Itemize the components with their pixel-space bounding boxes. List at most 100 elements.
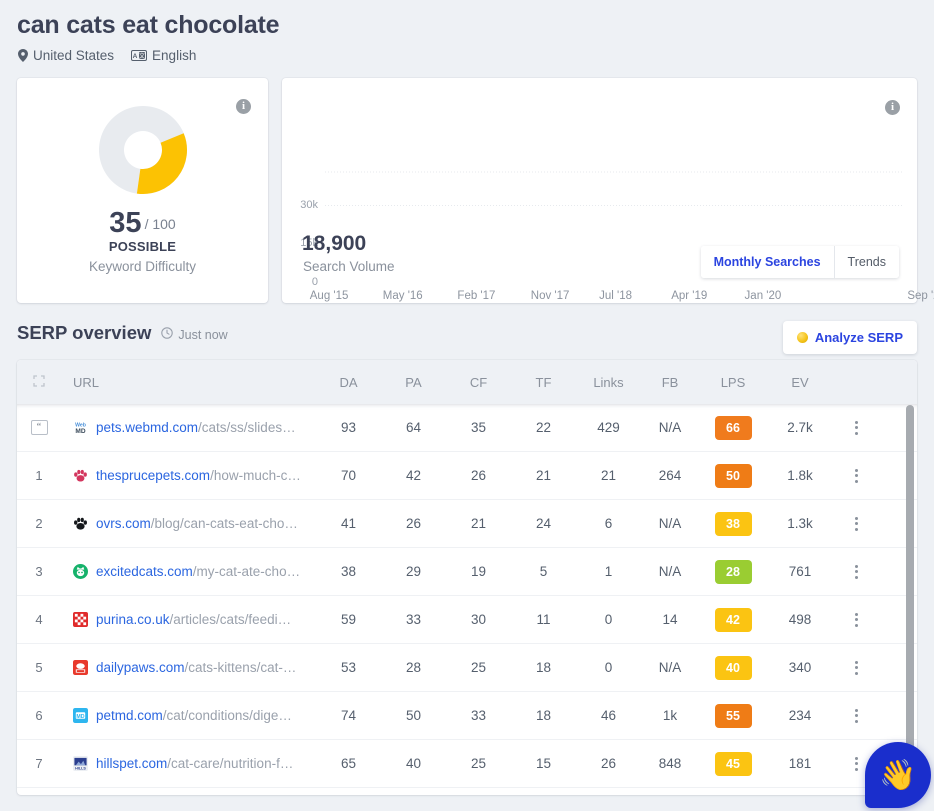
- row-rank-cell: 3: [17, 564, 61, 579]
- column-header-cf[interactable]: CF: [446, 375, 511, 390]
- row-url-cell[interactable]: HILLS hillspet.com/cat-care/nutrition-f…: [61, 756, 316, 771]
- table-row[interactable]: “ Web MD pets.webmd.com/cats/ss/slides… 9…: [17, 404, 917, 452]
- column-header-pa[interactable]: PA: [381, 375, 446, 390]
- row-url-cell[interactable]: ovrs.com/blog/can-cats-eat-cho…: [61, 516, 316, 531]
- row-pa: 64: [405, 420, 422, 435]
- row-url-path: /how-much-c…: [210, 468, 301, 483]
- row-url-path: /blog/can-cats-eat-cho…: [150, 516, 298, 531]
- table-row[interactable]: 4 purina.co.uk/articles/cats/feedi… 59 3…: [17, 596, 917, 644]
- row-url-path: /cat-care/nutrition-f…: [167, 756, 294, 771]
- row-tf: 24: [535, 516, 552, 531]
- row-actions[interactable]: [833, 417, 879, 439]
- row-tf: 21: [535, 468, 552, 483]
- page-title: can cats eat chocolate: [17, 11, 280, 39]
- row-url-link[interactable]: petmd.com/cat/conditions/dige…: [96, 708, 292, 723]
- row-fb: 1k: [662, 708, 678, 723]
- column-header-fb[interactable]: FB: [641, 375, 699, 390]
- expand-all-button[interactable]: [17, 374, 61, 390]
- row-actions[interactable]: [833, 657, 879, 679]
- kebab-menu-icon[interactable]: [851, 753, 862, 775]
- row-url-link[interactable]: ovrs.com/blog/can-cats-eat-cho…: [96, 516, 298, 531]
- row-actions[interactable]: [833, 513, 879, 535]
- row-rank-cell: 6: [17, 708, 61, 723]
- x-axis-tick-label: Nov '17: [530, 290, 570, 302]
- row-url-domain: petmd.com: [96, 708, 163, 723]
- kebab-menu-icon[interactable]: [851, 417, 862, 439]
- search-volume-value: 18,900: [302, 232, 367, 255]
- table-scrollbar-thumb[interactable]: [906, 405, 914, 775]
- row-rank-cell: “: [17, 420, 61, 435]
- row-da: 53: [340, 660, 357, 675]
- row-cf: 30: [470, 612, 487, 627]
- table-row[interactable]: 7 HILLS hillspet.com/cat-care/nutrition-…: [17, 740, 917, 788]
- svg-text:MD: MD: [76, 714, 84, 720]
- info-icon[interactable]: i: [236, 99, 251, 114]
- kebab-menu-icon[interactable]: [851, 561, 862, 583]
- row-url-path: /articles/cats/feedi…: [169, 612, 292, 627]
- row-rank-cell: 4: [17, 612, 61, 627]
- row-fb: 264: [658, 468, 682, 483]
- kebab-menu-icon[interactable]: [851, 705, 862, 727]
- row-url-cell[interactable]: MD petmd.com/cat/conditions/dige…: [61, 708, 316, 723]
- table-row[interactable]: 5 dailypaws.com/cats-kittens/cat-… 53 28…: [17, 644, 917, 692]
- excitedcats-favicon: [73, 564, 88, 579]
- column-header-da[interactable]: DA: [316, 375, 381, 390]
- webmd-favicon: Web MD: [73, 420, 88, 435]
- column-header-lps[interactable]: LPS: [699, 375, 767, 390]
- row-rank-cell: 1: [17, 468, 61, 483]
- keyword-meta: United States A 文 English: [18, 48, 196, 63]
- table-scrollbar-track[interactable]: [906, 405, 914, 787]
- featured-snippet-icon: “: [30, 420, 48, 435]
- row-links: 26: [600, 756, 617, 771]
- column-header-ev[interactable]: EV: [767, 375, 833, 390]
- row-url-link[interactable]: thesprucepets.com/how-much-c…: [96, 468, 301, 483]
- row-url-cell[interactable]: thesprucepets.com/how-much-c…: [61, 468, 316, 483]
- row-url-cell[interactable]: purina.co.uk/articles/cats/feedi…: [61, 612, 316, 627]
- dailypaws-favicon: [73, 660, 88, 675]
- ovrs-favicon: [73, 516, 88, 531]
- row-cf: 25: [470, 660, 487, 675]
- kebab-menu-icon[interactable]: [851, 513, 862, 535]
- row-links: 21: [600, 468, 617, 483]
- kebab-menu-icon[interactable]: [851, 465, 862, 487]
- column-header-tf[interactable]: TF: [511, 375, 576, 390]
- language-meta: A 文 English: [131, 48, 196, 63]
- table-row[interactable]: 6 MD petmd.com/cat/conditions/dige… 74 5…: [17, 692, 917, 740]
- row-url-link[interactable]: purina.co.uk/articles/cats/feedi…: [96, 612, 291, 627]
- table-row[interactable]: 3 excitedcats.com/my-cat-ate-cho… 38 29 …: [17, 548, 917, 596]
- column-header-links[interactable]: Links: [576, 375, 641, 390]
- row-url-link[interactable]: pets.webmd.com/cats/ss/slides…: [96, 420, 296, 435]
- chat-widget-button[interactable]: 👋: [865, 742, 931, 808]
- hillspet-favicon: HILLS: [73, 756, 88, 771]
- column-header-url[interactable]: URL: [61, 375, 316, 390]
- purina-favicon: [73, 612, 88, 627]
- status-badge: 45: [714, 751, 752, 776]
- row-cf: 25: [470, 756, 487, 771]
- row-actions[interactable]: [833, 609, 879, 631]
- x-axis-tick-label: Sep '21: [907, 290, 934, 302]
- row-cf: 26: [470, 468, 487, 483]
- table-row[interactable]: 2 ovrs.com/blog/can-cats-eat-cho… 41 26 …: [17, 500, 917, 548]
- analyze-serp-button[interactable]: Analyze SERP: [782, 321, 917, 354]
- table-row[interactable]: 1 thesprucepets.com/how-much-c… 70 42 26…: [17, 452, 917, 500]
- row-url-link[interactable]: excitedcats.com/my-cat-ate-cho…: [96, 564, 300, 579]
- kebab-menu-icon[interactable]: [851, 657, 862, 679]
- row-actions[interactable]: [833, 561, 879, 583]
- x-axis-tick-label: Jul '18: [599, 290, 633, 302]
- row-pa: 26: [405, 516, 422, 531]
- row-url-cell[interactable]: excitedcats.com/my-cat-ate-cho…: [61, 564, 316, 579]
- row-actions[interactable]: [833, 705, 879, 727]
- tab-trends[interactable]: Trends: [834, 246, 899, 278]
- petmd-favicon: MD: [73, 708, 88, 723]
- row-url-link[interactable]: hillspet.com/cat-care/nutrition-f…: [96, 756, 293, 771]
- row-url-cell[interactable]: dailypaws.com/cats-kittens/cat-…: [61, 660, 316, 675]
- serp-updated: Just now: [161, 327, 228, 342]
- x-axis-tick-label: Jan '20: [744, 290, 782, 302]
- kebab-menu-icon[interactable]: [851, 609, 862, 631]
- x-axis-tick-label: May '16: [382, 290, 423, 302]
- tab-monthly-searches[interactable]: Monthly Searches: [700, 246, 834, 278]
- row-url-cell[interactable]: Web MD pets.webmd.com/cats/ss/slides…: [61, 420, 316, 435]
- row-url-link[interactable]: dailypaws.com/cats-kittens/cat-…: [96, 660, 296, 675]
- row-da: 41: [340, 516, 357, 531]
- row-actions[interactable]: [833, 465, 879, 487]
